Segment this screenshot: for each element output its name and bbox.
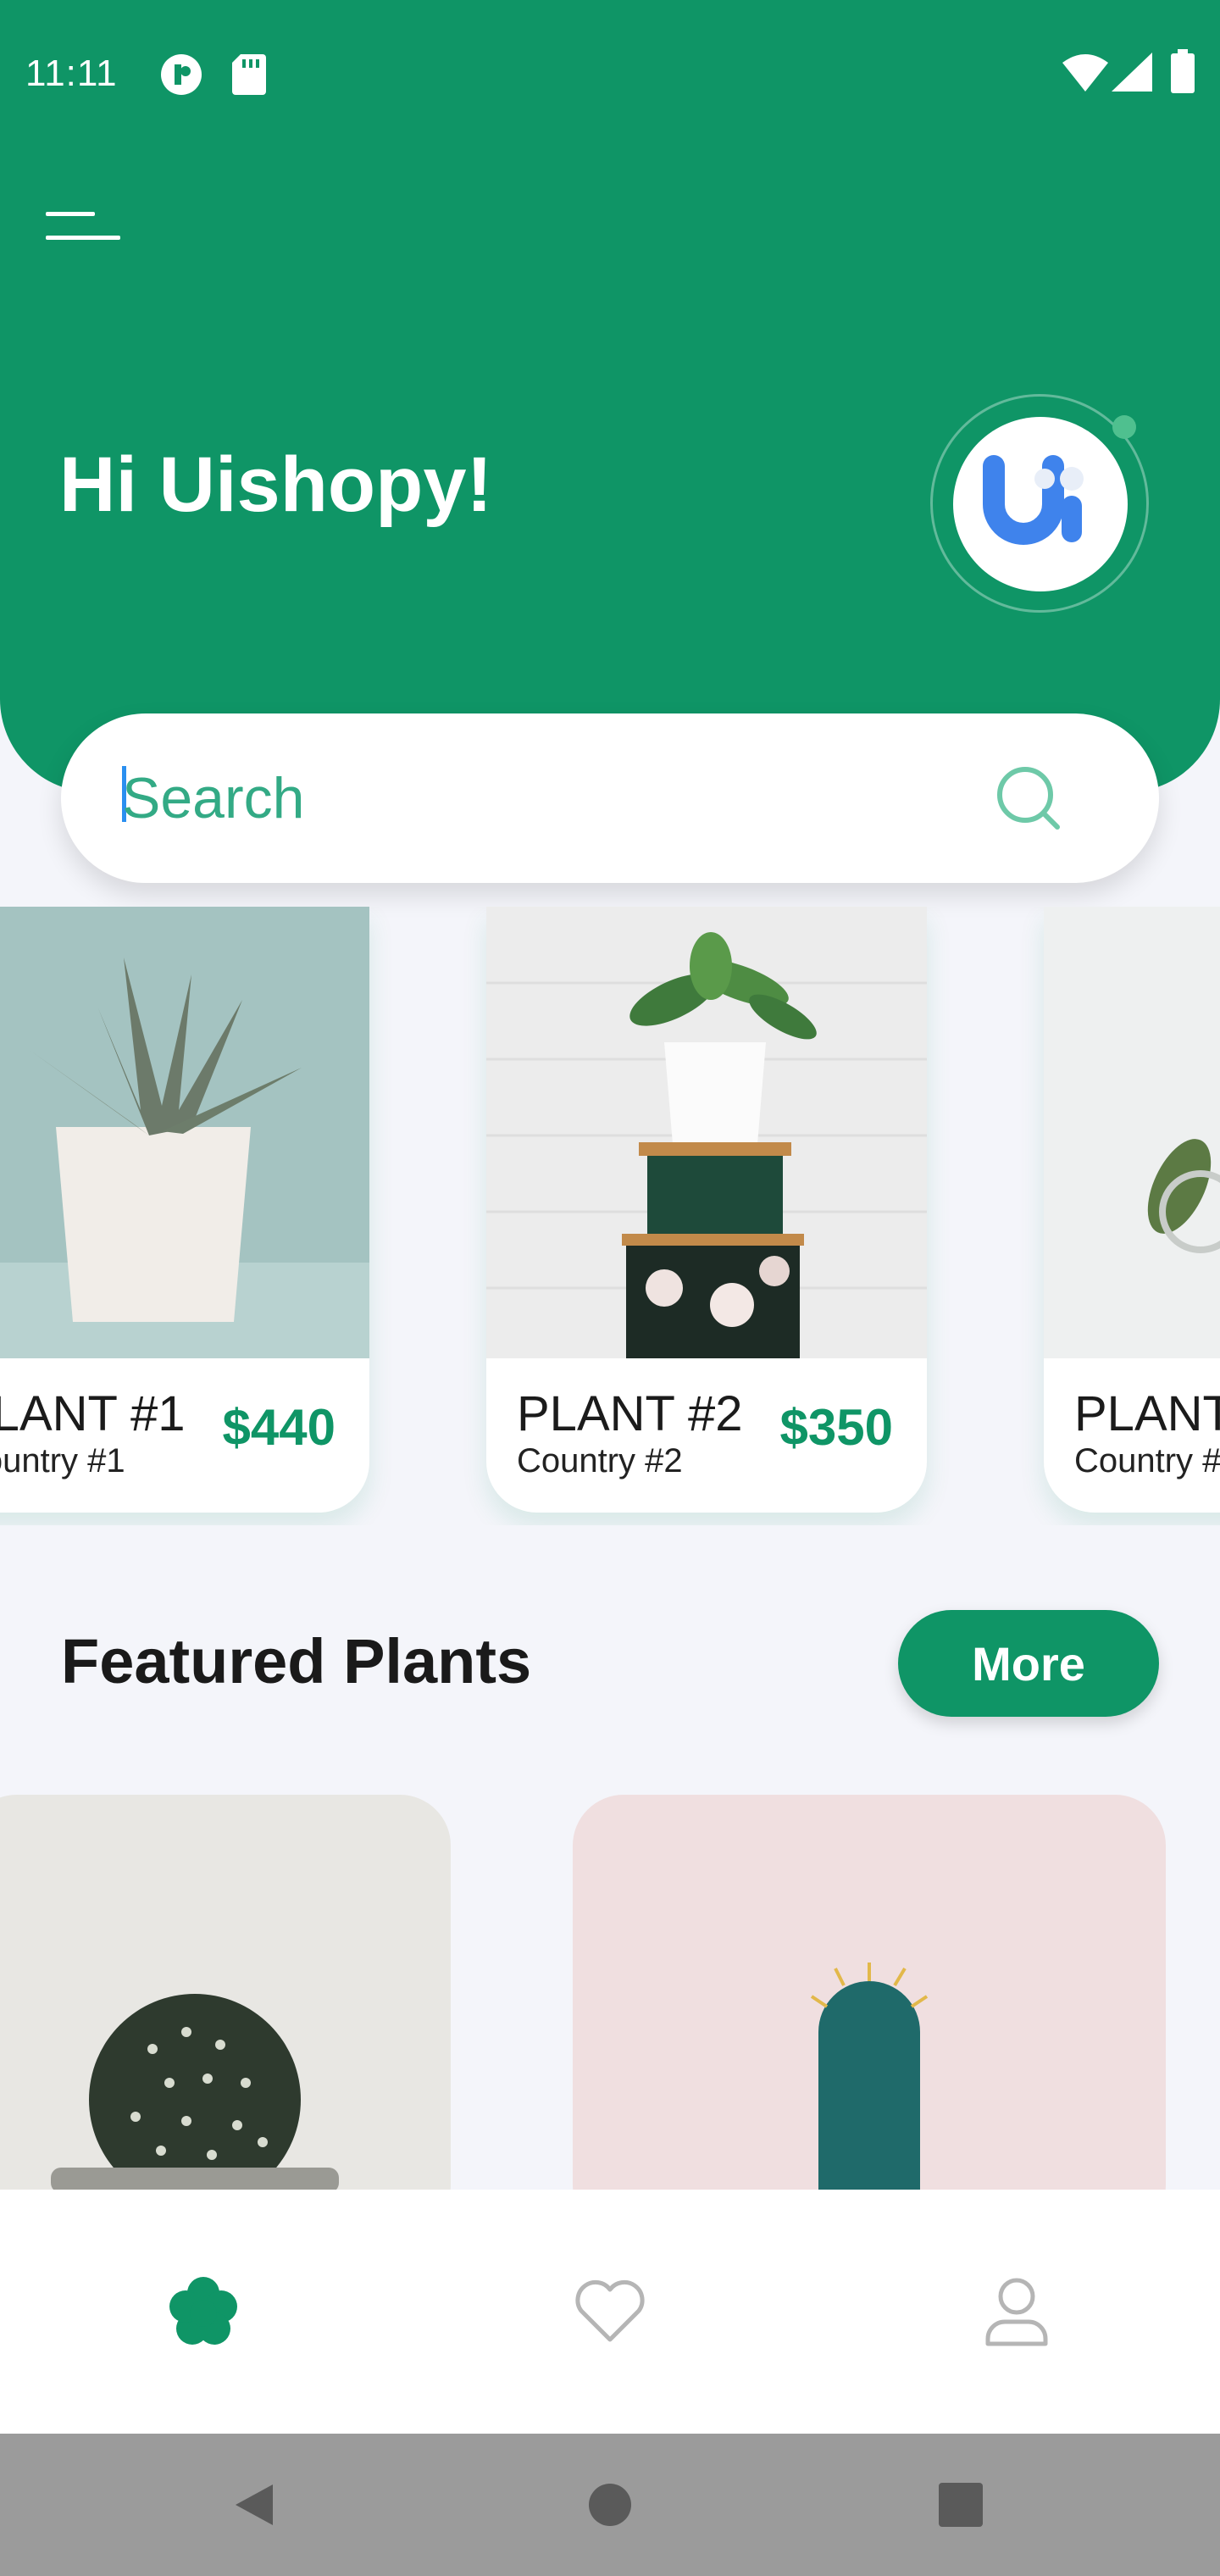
- bottom-navigation: [0, 2190, 1220, 2434]
- plant-name: PLANT #1: [0, 1386, 186, 1441]
- featured-plant-image: [0, 1795, 451, 2190]
- plant-carousel[interactable]: PLANT #1 Country #1 $440 PLANT #2 C: [0, 907, 1220, 1525]
- system-navigation-bar: [0, 2434, 1220, 2576]
- status-time: 11:11: [25, 53, 118, 94]
- plant-image: [1044, 907, 1220, 1358]
- plant-card[interactable]: PLANT #1 Country #1 $440: [0, 907, 369, 1513]
- signal-icon: [1112, 53, 1152, 96]
- heart-icon: [575, 2279, 645, 2342]
- nav-favorites[interactable]: [407, 2190, 813, 2434]
- plant-card[interactable]: PLANT #3 Country #3: [1044, 907, 1220, 1513]
- featured-title: Featured Plants: [61, 1626, 532, 1696]
- nav-profile[interactable]: [813, 2190, 1220, 2434]
- plant-card[interactable]: PLANT #2 Country #2 $350: [486, 907, 927, 1513]
- avatar[interactable]: [953, 417, 1128, 591]
- status-bar: 11:11: [0, 0, 1220, 144]
- back-icon[interactable]: [230, 2481, 278, 2529]
- featured-card[interactable]: [573, 1795, 1166, 2190]
- home-icon[interactable]: [588, 2481, 632, 2529]
- search-bar[interactable]: [61, 713, 1159, 883]
- menu-icon: [46, 212, 120, 240]
- recents-icon[interactable]: [939, 2481, 983, 2529]
- featured-plant-image: [573, 1795, 1166, 2190]
- featured-card[interactable]: [0, 1795, 451, 2190]
- plant-country: Country #3: [1074, 1442, 1220, 1480]
- greeting-title: Hi Uishopy!: [59, 441, 493, 528]
- data-saver-icon: [159, 53, 203, 101]
- nav-home[interactable]: [0, 2190, 407, 2434]
- plant-price: $440: [222, 1399, 336, 1456]
- plant-image: [0, 907, 369, 1358]
- plant-image: [486, 907, 927, 1358]
- flower-icon: [169, 2277, 237, 2345]
- sd-card-icon: [230, 53, 268, 101]
- search-input[interactable]: [122, 747, 969, 849]
- plant-name: PLANT #3: [1074, 1386, 1220, 1441]
- user-icon: [985, 2278, 1048, 2346]
- battery-icon: [1171, 49, 1195, 97]
- plant-price: $350: [779, 1399, 893, 1456]
- plant-name: PLANT #2: [517, 1386, 743, 1441]
- plant-country: Country #2: [517, 1442, 683, 1480]
- plant-country: Country #1: [0, 1442, 125, 1480]
- wifi-icon: [1062, 54, 1108, 96]
- search-icon[interactable]: [993, 763, 1064, 834]
- online-indicator: [1112, 415, 1136, 439]
- featured-list[interactable]: [0, 1795, 1220, 2190]
- menu-button[interactable]: [41, 202, 125, 253]
- ui-logo-icon: [983, 455, 1084, 545]
- more-button[interactable]: More: [898, 1610, 1159, 1717]
